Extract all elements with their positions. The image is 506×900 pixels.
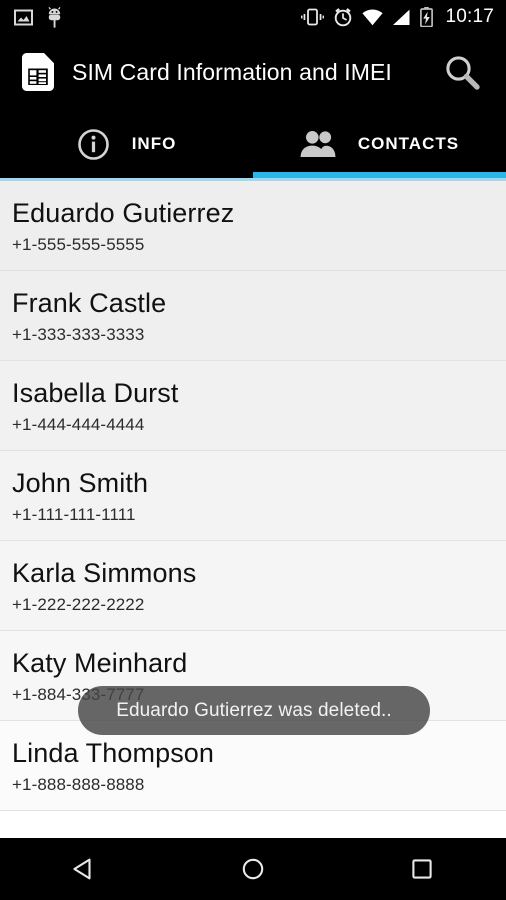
tab-contacts[interactable]: CONTACTS [253,110,506,178]
phone-screen: 10:17 SIM Card Information and IMEI INFO… [0,0,506,900]
tab-info-label: INFO [131,134,177,153]
image-icon [14,9,33,25]
action-bar: SIM Card Information and IMEI [0,34,506,110]
nav-back-button[interactable] [44,838,124,900]
toast-message: Eduardo Gutierrez was deleted.. [78,686,430,735]
vibrate-icon [301,8,325,26]
app-title: SIM Card Information and IMEI [72,58,392,85]
contact-phone: +1-444-444-4444 [12,415,145,434]
alarm-icon [335,8,352,27]
toast-text: Eduardo Gutierrez was deleted.. [116,699,392,721]
recents-square-icon [411,859,432,879]
contact-name: Eduardo Gutierrez [12,198,235,228]
contact-phone: +1-333-333-3333 [12,325,145,344]
navigation-bar [0,838,506,900]
nav-recents-button[interactable] [382,838,462,900]
back-triangle-icon [73,858,91,880]
contact-phone: +1-111-111-1111 [12,505,136,524]
tab-bar: INFO CONTACTS [0,110,506,178]
sim-card-icon [22,53,54,91]
contact-name: Karla Simmons [12,558,197,588]
status-bar-clock: 10:17 [445,6,494,27]
contact-name: Frank Castle [12,288,167,318]
battery-charging-icon [420,7,434,27]
list-item[interactable]: John Smith +1-111-111-1111 [0,451,506,541]
search-button[interactable] [440,50,484,94]
android-debug-icon [48,6,61,28]
status-bar-left-icons [0,6,62,28]
nav-home-button[interactable] [213,838,293,900]
status-bar-right-icons: 10:17 [301,6,506,28]
tab-info[interactable]: INFO [0,110,253,178]
contact-name: Linda Thompson [12,738,215,768]
list-item-partial[interactable] [0,811,506,838]
list-item[interactable]: Frank Castle +1-333-333-3333 [0,271,506,361]
cell-signal-icon [393,9,410,25]
info-circle-icon [77,128,109,160]
contact-name: Katy Meinhard [12,648,188,678]
contacts-list[interactable]: Eduardo Gutierrez +1-555-555-5555 Frank … [0,181,506,838]
contact-phone: +1-888-888-8888 [12,775,145,794]
contact-name: John Smith [12,468,149,498]
wifi-icon [362,8,384,25]
status-bar: 10:17 [0,0,506,34]
list-item[interactable]: Isabella Durst +1-444-444-4444 [0,361,506,451]
tab-contacts-label: CONTACTS [357,134,460,153]
list-item[interactable]: Karla Simmons +1-222-222-2222 [0,541,506,631]
contact-phone: +1-222-222-2222 [12,595,145,614]
home-circle-icon [242,858,264,880]
people-icon [300,131,336,157]
list-item[interactable]: Eduardo Gutierrez +1-555-555-5555 [0,181,506,271]
contact-name: Isabella Durst [12,378,179,408]
search-icon [446,56,480,90]
contact-phone: +1-555-555-5555 [12,235,145,254]
